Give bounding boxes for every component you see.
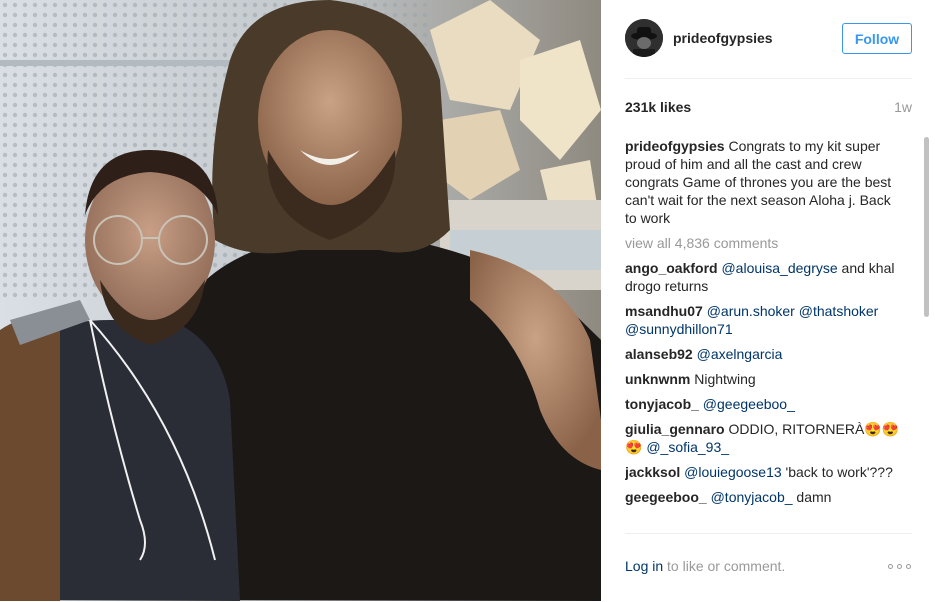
comment-item: geegeeboo_ @tonyjacob_ damn: [625, 488, 905, 506]
comment-username[interactable]: giulia_gennaro: [625, 421, 725, 437]
comment-item: giulia_gennaro ODDIO, RITORNERÀ😍😍😍 @_sof…: [625, 420, 905, 456]
comment-username[interactable]: unknwnm: [625, 371, 690, 387]
login-prompt: Log in to like or comment.: [625, 558, 785, 574]
follow-button[interactable]: Follow: [842, 23, 912, 54]
comments-list[interactable]: prideofgypsies Congrats to my kit super …: [625, 137, 905, 529]
comment-item: unknwnm Nightwing: [625, 370, 905, 388]
avatar[interactable]: [625, 19, 663, 57]
comment-mention-link[interactable]: @alouisa_degryse: [721, 260, 837, 276]
comment-mention-link[interactable]: @louiegoose13: [684, 464, 782, 480]
likes-row: 231k likes 1w: [625, 99, 912, 119]
caption-username[interactable]: prideofgypsies: [625, 138, 725, 154]
comment-mention-link[interactable]: @tonyjacob_: [711, 489, 793, 505]
comment-text: damn: [792, 489, 832, 505]
post-sidebar: prideofgypsies Follow 231k likes 1w prid…: [601, 0, 935, 601]
comment-mention-link[interactable]: @thatshoker: [799, 303, 879, 319]
post-photo[interactable]: [0, 0, 601, 601]
comment-item: msandhu07 @arun.shoker @thatshoker @sunn…: [625, 302, 905, 338]
more-options-icon[interactable]: [888, 564, 912, 572]
view-all-comments-link[interactable]: view all 4,836 comments: [625, 234, 905, 252]
comment-mention-link[interactable]: @_sofia_93_: [646, 439, 729, 455]
post-footer: Log in to like or comment.: [625, 533, 912, 602]
dot-icon: [888, 564, 893, 569]
comment-mention-link[interactable]: @geegeeboo_: [703, 396, 795, 412]
comment-mention-link[interactable]: @sunnydhillon71: [625, 321, 733, 337]
comment-username[interactable]: alanseb92: [625, 346, 693, 362]
profile-avatar-icon: [625, 19, 663, 57]
comment-username[interactable]: ango_oakford: [625, 260, 718, 276]
comment-entries: ango_oakford @alouisa_degryse and khal d…: [625, 259, 905, 506]
comment-username[interactable]: geegeeboo_: [625, 489, 707, 505]
comment-item: ango_oakford @alouisa_degryse and khal d…: [625, 259, 905, 295]
login-suffix: to like or comment.: [663, 558, 786, 574]
dot-icon: [897, 564, 902, 569]
post-username[interactable]: prideofgypsies: [673, 30, 773, 46]
post-photo-illustration: [0, 0, 601, 601]
comment-text: 'back to work'???: [781, 464, 893, 480]
caption: prideofgypsies Congrats to my kit super …: [625, 137, 905, 227]
comment-username[interactable]: tonyjacob_: [625, 396, 699, 412]
comment-mention-link[interactable]: @axelngarcia: [697, 346, 783, 362]
comment-item: tonyjacob_ @geegeeboo_: [625, 395, 905, 413]
comments-scrollbar[interactable]: [922, 137, 931, 529]
comment-item: alanseb92 @axelngarcia: [625, 345, 905, 363]
post-header: prideofgypsies Follow: [625, 18, 912, 79]
post-timestamp[interactable]: 1w: [894, 99, 912, 115]
comment-username[interactable]: msandhu07: [625, 303, 703, 319]
comment-mention-link[interactable]: @arun.shoker: [707, 303, 795, 319]
scrollbar-thumb[interactable]: [924, 137, 929, 317]
comment-username[interactable]: jackksol: [625, 464, 680, 480]
login-link[interactable]: Log in: [625, 558, 663, 574]
comment-item: jackksol @louiegoose13 'back to work'???: [625, 463, 905, 481]
comment-text: Nightwing: [694, 371, 756, 387]
dot-icon: [906, 564, 911, 569]
likes-count[interactable]: 231k likes: [625, 99, 691, 115]
